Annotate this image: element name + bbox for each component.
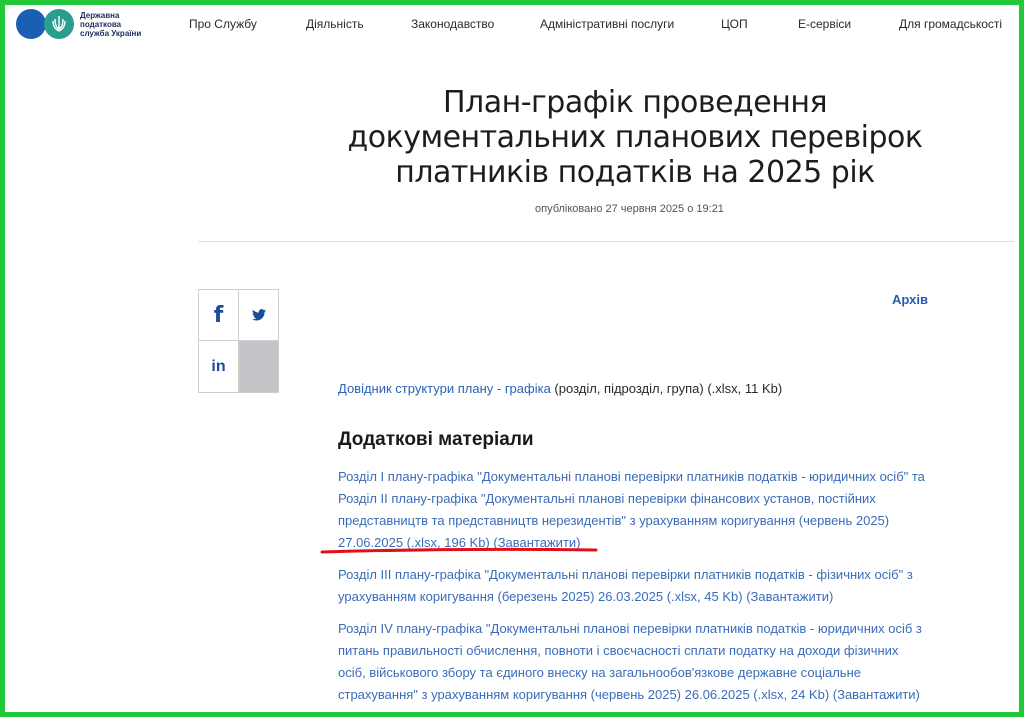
- share-panel: f in: [198, 289, 279, 393]
- nav-item-activity[interactable]: Діяльність: [306, 17, 364, 31]
- material-line: Розділ I плану-графіка "Документальні пл…: [338, 469, 925, 484]
- divider: [198, 241, 1014, 242]
- guide-line: Довідник структури плану - графіка (розд…: [338, 381, 782, 396]
- site-header: Державна податкова служба України Про Сл…: [5, 5, 1019, 43]
- nav-item-admin-services[interactable]: Адміністративні послуги: [540, 17, 674, 31]
- material-line: представництв та представництв нерезиден…: [338, 513, 890, 528]
- material-line: питань правильності обчислення, повноти …: [338, 643, 899, 658]
- guide-details: (розділ, підрозділ, група) (.xlsx, 11 Kb…: [550, 381, 783, 396]
- material-line: осіб, військового збору та єдиного внеск…: [338, 665, 861, 680]
- nav-item-legislation[interactable]: Законодавство: [411, 17, 494, 31]
- material-link-section-4[interactable]: Розділ IV плану-графіка "Документальні п…: [338, 618, 938, 706]
- material-line: Розділ II плану-графіка "Документальні п…: [338, 491, 876, 506]
- share-placeholder: [239, 341, 278, 392]
- material-line: страхування" з урахуванням коригування (…: [338, 687, 920, 702]
- material-line: Розділ III плану-графіка "Документальні …: [338, 567, 913, 582]
- material-link-section-3[interactable]: Розділ III плану-графіка "Документальні …: [338, 564, 938, 608]
- nav-item-about[interactable]: Про Службу: [189, 17, 257, 31]
- archive-link[interactable]: Архів: [892, 292, 928, 307]
- red-underline-annotation: [320, 547, 598, 554]
- nav-item-tsop[interactable]: ЦОП: [721, 17, 748, 31]
- linkedin-icon: in: [211, 357, 226, 375]
- facebook-share-button[interactable]: f: [199, 290, 239, 341]
- publish-date: опубліковано 27 червня 2025 о 19:21: [535, 203, 724, 215]
- facebook-icon: f: [213, 302, 224, 328]
- twitter-icon: [252, 309, 266, 321]
- nav-item-e-services[interactable]: Е-сервіси: [798, 17, 851, 31]
- nav-item-public[interactable]: Для громадськості: [899, 17, 1002, 31]
- main-nav: Про Службу Діяльність Законодавство Адмі…: [5, 17, 1019, 33]
- guide-link[interactable]: Довідник структури плану - графіка: [338, 381, 551, 396]
- material-line: урахуванням коригування (березень 2025) …: [338, 589, 834, 604]
- linkedin-share-button[interactable]: in: [199, 341, 239, 392]
- additional-materials-heading: Додаткові матеріали: [338, 429, 534, 450]
- material-line: Розділ IV плану-графіка "Документальні п…: [338, 621, 922, 636]
- material-link-section-1-2[interactable]: Розділ I плану-графіка "Документальні пл…: [338, 466, 938, 554]
- twitter-share-button[interactable]: [239, 290, 279, 341]
- page-title: План-графік проведення документальних пл…: [347, 85, 923, 190]
